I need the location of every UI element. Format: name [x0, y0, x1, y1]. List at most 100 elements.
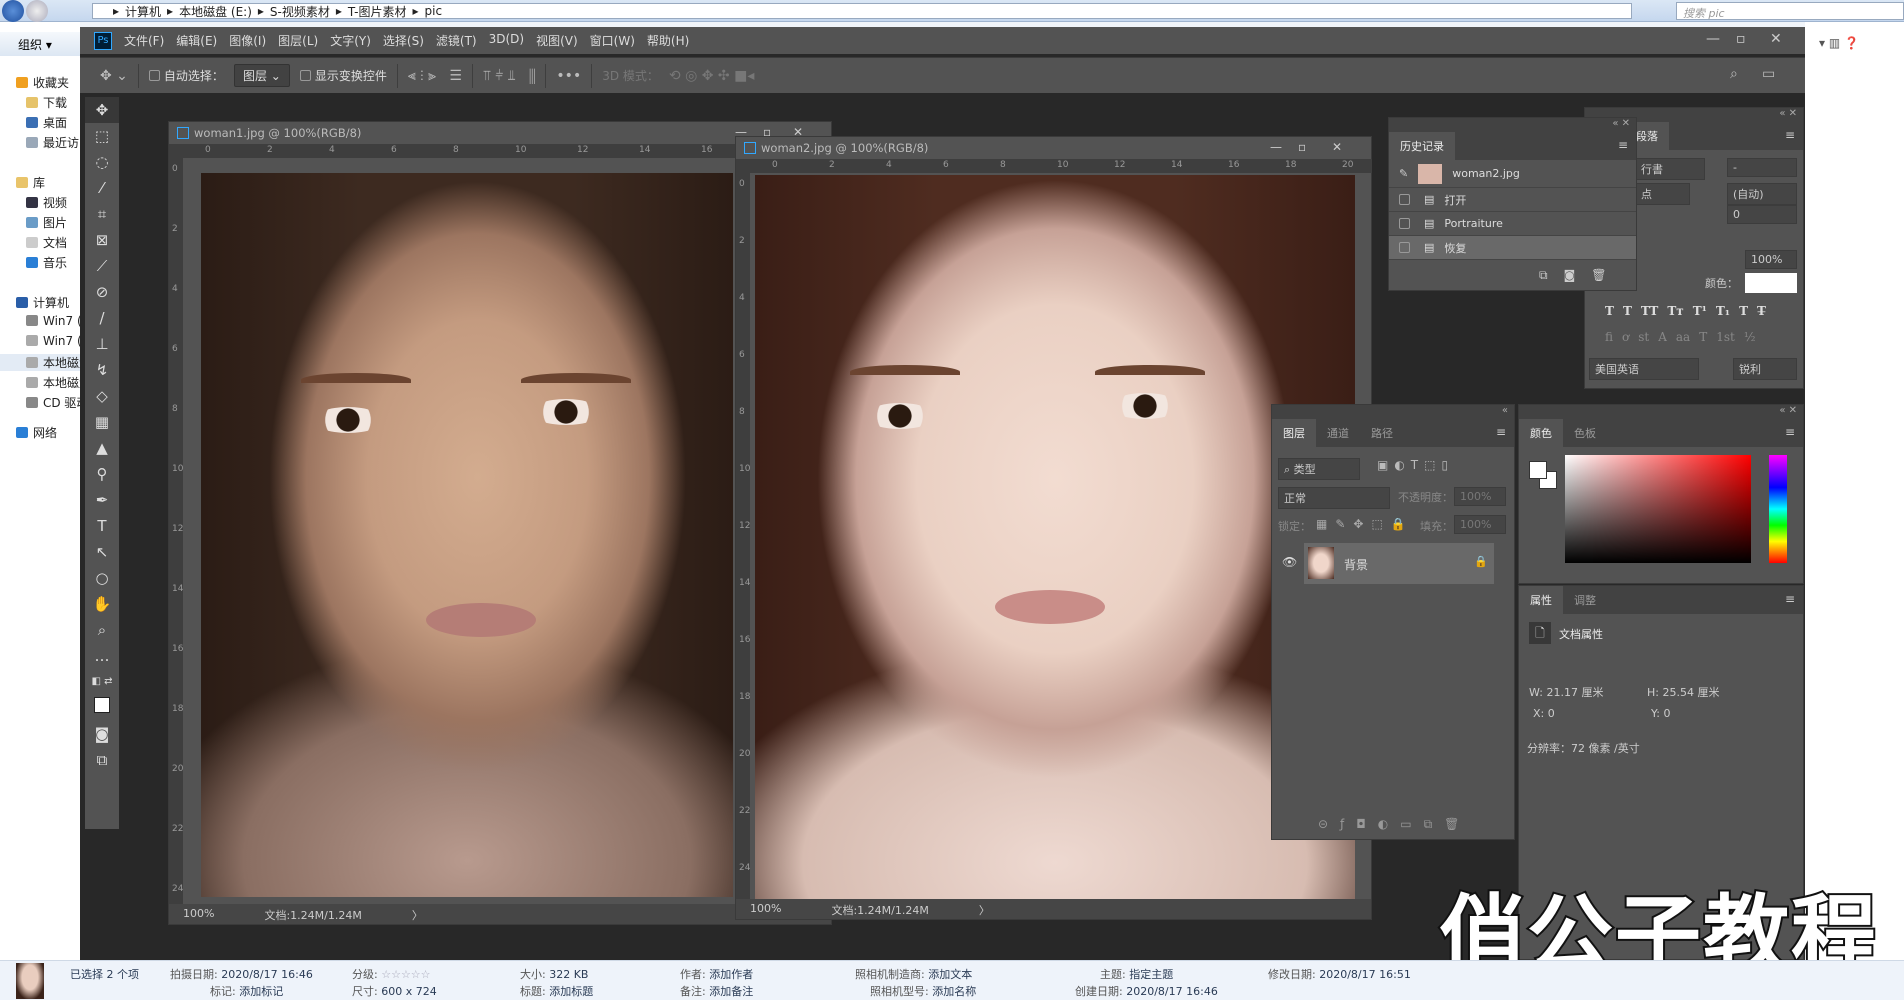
- maximize-button[interactable]: ▫: [1736, 31, 1746, 47]
- move-tool-icon[interactable]: ✥: [85, 97, 119, 123]
- detail-field[interactable]: 创建日期: 2020/8/17 16:46: [1075, 983, 1218, 999]
- text-style-button[interactable]: T: [1605, 304, 1614, 318]
- fill-field[interactable]: 100%: [1454, 515, 1506, 534]
- opentype-button[interactable]: T: [1699, 330, 1707, 344]
- hand-tool-icon[interactable]: ✋: [85, 591, 119, 617]
- breadcrumb-item[interactable]: pic: [425, 4, 443, 18]
- new-document-icon[interactable]: ⧉: [1539, 268, 1548, 283]
- breadcrumb-item[interactable]: S-视频素材: [270, 3, 330, 20]
- opentype-button[interactable]: 1st: [1716, 330, 1735, 344]
- nav-item[interactable]: 计算机: [0, 294, 80, 311]
- font-size-field[interactable]: 点: [1635, 183, 1690, 205]
- menu-item[interactable]: 编辑(E): [176, 32, 217, 49]
- pen-tool-icon[interactable]: ✒: [85, 487, 119, 513]
- menu-item[interactable]: 视图(V): [536, 32, 578, 49]
- nav-item[interactable]: 文档: [0, 234, 80, 251]
- horizontal-scale-field[interactable]: 100%: [1745, 250, 1797, 269]
- forward-button[interactable]: [26, 0, 48, 22]
- doc-close-button[interactable]: ✕: [1332, 140, 1342, 154]
- language-select[interactable]: 美国英语: [1589, 358, 1699, 380]
- frame-tool-icon[interactable]: ⊠: [85, 227, 119, 253]
- text-style-button[interactable]: T̶: [1757, 304, 1766, 318]
- menu-item[interactable]: 选择(S): [383, 32, 424, 49]
- breadcrumb-arrow-icon[interactable]: ▸: [412, 4, 418, 18]
- opentype-button[interactable]: aa: [1676, 330, 1690, 344]
- detail-field[interactable]: 照相机型号: 添加名称: [870, 983, 976, 999]
- detail-field[interactable]: 分级: ☆☆☆☆☆: [352, 966, 431, 982]
- nav-item[interactable]: 收藏夹: [0, 74, 80, 91]
- menu-item[interactable]: 图像(I): [229, 32, 266, 49]
- layer-footer-icons[interactable]: ⊝ƒ◘◐▭⧉🗑: [1318, 817, 1471, 832]
- nav-item[interactable]: 本地磁盘 (E:): [0, 354, 80, 371]
- path-selection-tool-icon[interactable]: ↖: [85, 539, 119, 565]
- search-icon[interactable]: ⌕: [1730, 66, 1738, 82]
- tracking-field[interactable]: 0: [1727, 205, 1797, 224]
- menu-item[interactable]: 窗口(W): [590, 32, 635, 49]
- history-snapshot[interactable]: ✎ woman2.jpg: [1389, 160, 1636, 188]
- history-brush-source-checkbox[interactable]: [1399, 242, 1410, 253]
- detail-field[interactable]: 尺寸: 600 x 724: [352, 983, 437, 999]
- panel-menu-icon[interactable]: ≡: [1785, 425, 1795, 439]
- panel-tab[interactable]: 图层: [1272, 419, 1316, 447]
- history-item[interactable]: ▤ 打开: [1389, 188, 1636, 212]
- visibility-eye-icon[interactable]: 👁: [1282, 555, 1297, 569]
- back-button[interactable]: [2, 0, 24, 22]
- document-tab[interactable]: woman1.jpg @ 100%(RGB/8) — ▫ ✕: [169, 122, 831, 144]
- breadcrumb[interactable]: ▸ 计算机 ▸ 本地磁盘 (E:) ▸ S-视频素材 ▸ T-图片素材 ▸ pic: [92, 3, 1632, 19]
- text-style-button[interactable]: Tт: [1667, 304, 1683, 318]
- magic-wand-tool-icon[interactable]: ⁄: [85, 175, 119, 201]
- opentype-button[interactable]: ½: [1744, 330, 1756, 344]
- menu-item[interactable]: 帮助(H): [647, 32, 689, 49]
- history-item[interactable]: ▤ 恢复: [1389, 236, 1636, 260]
- panel-collapse-icon[interactable]: « ✕: [1519, 405, 1803, 419]
- panel-menu-icon[interactable]: ≡: [1785, 592, 1795, 606]
- breadcrumb-item[interactable]: 本地磁盘 (E:): [179, 3, 252, 20]
- opacity-field[interactable]: 100%: [1454, 487, 1506, 506]
- panel-tab[interactable]: 通道: [1316, 419, 1360, 447]
- brush-tool-icon[interactable]: /: [85, 305, 119, 331]
- text-color-swatch[interactable]: [1745, 273, 1797, 293]
- clone-stamp-tool-icon[interactable]: ⊥: [85, 331, 119, 357]
- antialias-select[interactable]: 锐利: [1733, 358, 1797, 380]
- panel-tab[interactable]: 属性: [1519, 586, 1563, 614]
- nav-item[interactable]: CD 驱动器: [0, 394, 80, 411]
- lasso-tool-icon[interactable]: ◌: [85, 149, 119, 175]
- panel-tab[interactable]: 颜色: [1519, 419, 1563, 447]
- font-family-select[interactable]: 行書: [1635, 158, 1705, 180]
- more-tools-icon[interactable]: …: [85, 643, 119, 669]
- close-button[interactable]: ✕: [1770, 31, 1782, 47]
- panel-tab[interactable]: 色板: [1563, 419, 1607, 447]
- quick-mask-icon[interactable]: ◙: [85, 721, 119, 747]
- blur-tool-icon[interactable]: ▲: [85, 435, 119, 461]
- camera-icon[interactable]: ◙: [1564, 268, 1576, 283]
- history-item[interactable]: ▤ Portraiture: [1389, 212, 1636, 236]
- opentype-button[interactable]: ơ: [1622, 330, 1629, 344]
- nav-item[interactable]: Win7 (D:): [0, 334, 80, 348]
- tab-history[interactable]: 历史记录: [1389, 132, 1455, 160]
- detail-field[interactable]: 标题: 添加标题: [520, 983, 593, 999]
- nav-item[interactable]: 库: [0, 174, 80, 191]
- history-brush-tool-icon[interactable]: ↯: [85, 357, 119, 383]
- nav-item[interactable]: 网络: [0, 424, 80, 441]
- auto-select-checkbox[interactable]: 自动选择：: [148, 67, 224, 84]
- workspace-icon[interactable]: ▭: [1762, 66, 1775, 82]
- detail-field[interactable]: 备注: 添加备注: [680, 983, 753, 999]
- color-field[interactable]: [1565, 455, 1751, 563]
- text-style-button[interactable]: TT: [1641, 304, 1658, 318]
- nav-item[interactable]: 下载: [0, 94, 80, 111]
- swap-colors-icon[interactable]: ◧ ⇄: [85, 669, 119, 695]
- breadcrumb-arrow-icon[interactable]: ▸: [167, 4, 173, 18]
- trash-icon[interactable]: 🗑: [1591, 268, 1606, 283]
- layer-row[interactable]: 👁 背景 🔒: [1272, 543, 1514, 585]
- panel-tab[interactable]: 路径: [1360, 419, 1404, 447]
- history-brush-source-checkbox[interactable]: [1399, 194, 1410, 205]
- hue-slider[interactable]: [1769, 455, 1787, 563]
- breadcrumb-arrow-icon[interactable]: ▸: [113, 4, 119, 18]
- nav-item[interactable]: 桌面: [0, 114, 80, 131]
- text-style-button[interactable]: T: [1623, 304, 1632, 318]
- crop-tool-icon[interactable]: ⌗: [85, 201, 119, 227]
- leading-field[interactable]: (自动): [1727, 183, 1797, 205]
- doc-maximize-button[interactable]: ▫: [1298, 140, 1306, 154]
- history-brush-source-checkbox[interactable]: [1399, 218, 1410, 229]
- breadcrumb-item[interactable]: 计算机: [125, 3, 161, 20]
